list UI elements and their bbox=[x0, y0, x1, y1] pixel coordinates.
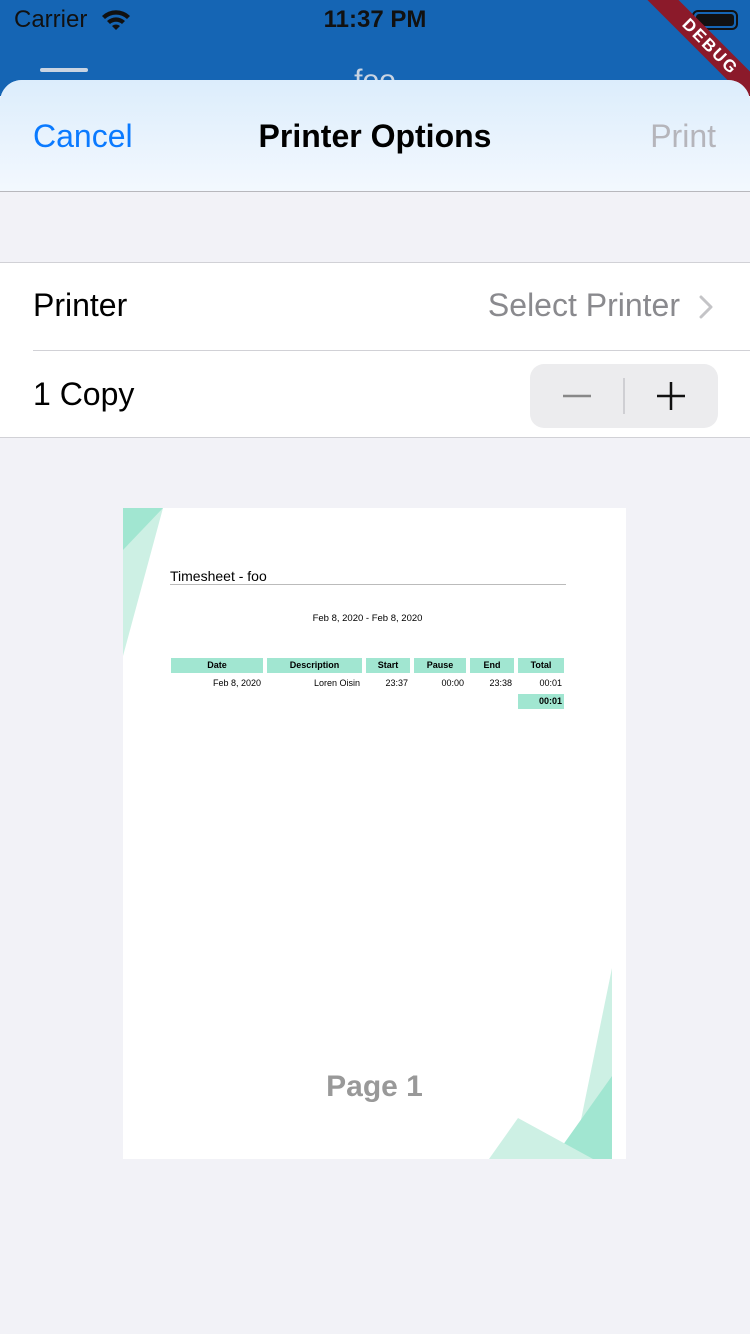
copies-label: 1 Copy bbox=[33, 376, 135, 412]
copies-row: 1 Copy bbox=[0, 351, 750, 439]
select-printer-value: Select Printer bbox=[487, 287, 680, 323]
title-rule bbox=[170, 584, 566, 585]
print-preview-page[interactable]: Timesheet - foo Feb 8, 2020 - Feb 8, 202… bbox=[123, 508, 626, 1159]
navigation-bar: Cancel Printer Options Print bbox=[0, 80, 750, 192]
date-range: Feb 8, 2020 - Feb 8, 2020 bbox=[312, 613, 423, 624]
table-cell: 23:37 bbox=[385, 678, 408, 688]
decrement-button[interactable] bbox=[530, 364, 624, 428]
printer-row[interactable]: Printer Select Printer bbox=[0, 263, 750, 350]
table-header-cell: Description bbox=[267, 658, 362, 673]
table-cell: Loren Oisin bbox=[313, 678, 360, 688]
chevron-right-icon bbox=[699, 295, 713, 319]
grand-total-cell: 00:01 bbox=[518, 694, 564, 709]
page-title: Printer Options bbox=[258, 118, 492, 154]
options-group: Printer Select Printer 1 Copy bbox=[0, 262, 750, 438]
printer-options-sheet: Cancel Printer Options Print Printer Sel… bbox=[0, 80, 750, 1334]
table-row: Feb 8, 2020 Loren Oisin 23:37 00:00 23:3… bbox=[170, 676, 566, 691]
table-header-cell: Total bbox=[518, 658, 564, 673]
page-decoration bbox=[123, 508, 612, 1159]
table-header-cell: Date bbox=[171, 658, 263, 673]
plus-icon bbox=[657, 382, 685, 410]
clock-label: 11:37 PM bbox=[323, 6, 427, 33]
table-header-row: Date Description Start Pause End Total bbox=[170, 658, 566, 673]
table-cell: 23:38 bbox=[489, 678, 512, 688]
print-button[interactable]: Print bbox=[650, 118, 716, 155]
table-total-row: 00:01 bbox=[170, 694, 566, 709]
table-cell: 00:01 bbox=[539, 678, 562, 688]
table-header-cell: Pause bbox=[414, 658, 466, 673]
table-header-cell: End bbox=[470, 658, 514, 673]
page-number-label: Page 1 bbox=[326, 1070, 423, 1103]
copies-stepper bbox=[530, 364, 718, 428]
printer-label: Printer bbox=[33, 287, 128, 323]
document-title: Timesheet - foo bbox=[170, 568, 267, 584]
table-header-cell: Start bbox=[366, 658, 410, 673]
table-cell: Feb 8, 2020 bbox=[212, 678, 261, 688]
increment-button[interactable] bbox=[624, 364, 718, 428]
minus-icon bbox=[563, 394, 591, 398]
table-cell: 00:00 bbox=[441, 678, 464, 688]
